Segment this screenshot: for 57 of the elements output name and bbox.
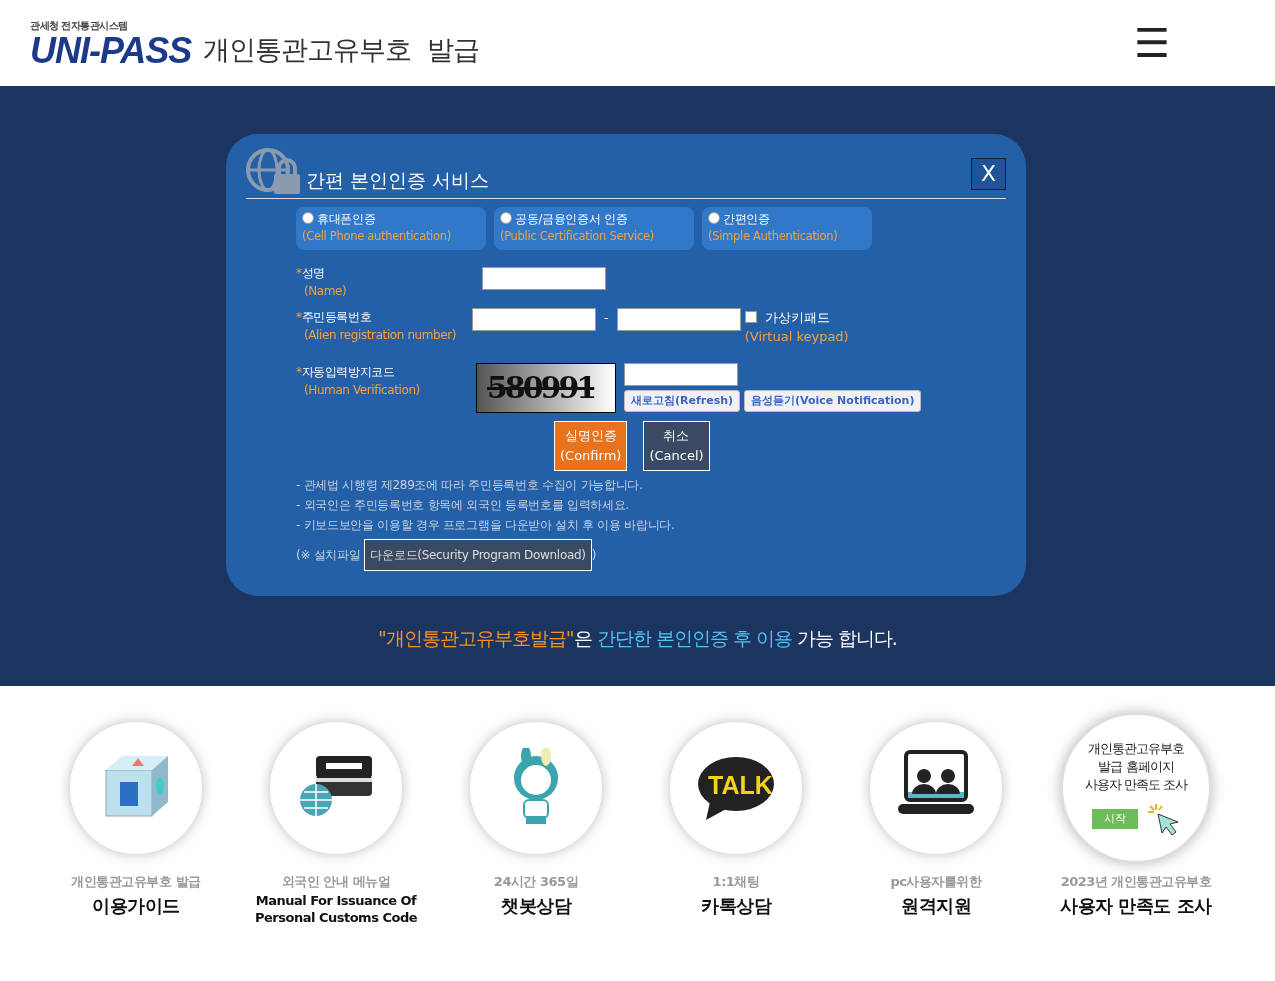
close-button[interactable]: X: [971, 158, 1006, 190]
shortcut-title[interactable]: 챗봇상담: [501, 891, 571, 919]
logo-caption: 관세청 전자통관시스템: [30, 18, 129, 33]
shortcut-caption: 2023년 개인통관고유부호: [1060, 873, 1212, 891]
name-field[interactable]: [482, 266, 606, 290]
cursor-click-icon: [1146, 802, 1180, 836]
shortcut-circle[interactable]: TALK: [670, 722, 802, 854]
field-label: 주민등록번호: [301, 309, 372, 324]
shortcut-title[interactable]: 카톡상담: [701, 891, 771, 919]
id-number-field[interactable]: [472, 307, 596, 331]
shortcut-circle[interactable]: [870, 722, 1002, 854]
note-text: ): [591, 546, 597, 564]
field-sublabel: (Human Verification): [303, 381, 421, 399]
cancel-button[interactable]: 취소 (Cancel): [643, 420, 710, 471]
note-text: - 관세법 시행령 제289조에 따라 주민등록번호 수집이 가능합니다.: [296, 476, 644, 494]
auth-method-button[interactable]: 휴대폰인증 (Cell Phone authentication): [296, 207, 486, 250]
checkbox-sublabel: (Virtual keypad): [744, 328, 849, 346]
field-label: 자동입력방지코드: [301, 364, 395, 379]
shortcut-title[interactable]: 원격지원: [901, 891, 971, 919]
banner-text: 발급 홈페이지: [1098, 758, 1174, 776]
shortcut-title[interactable]: 사용자 만족도 조사: [1060, 891, 1212, 919]
checkbox-label: 가상키패드: [764, 309, 830, 325]
shortcut-title[interactable]: 이용가이드: [92, 891, 180, 919]
logo[interactable]: UNI-PASS: [30, 32, 192, 69]
auth-method-button[interactable]: 공동/금융인증서 인증 (Public Certification Service): [494, 207, 694, 250]
shortcut-caption: 1:1채팅: [712, 873, 760, 891]
id-number-field[interactable]: [616, 307, 741, 331]
shortcut-title[interactable]: Manual For Issuance Of Personal Customs Code: [236, 891, 436, 926]
shortcut-circle[interactable]: [270, 722, 402, 854]
voice-button[interactable]: 음성듣기(Voice Notification): [744, 389, 922, 412]
captcha-field[interactable]: [624, 362, 738, 386]
survey-banner[interactable]: 개인통관고유부호 발급 홈페이지 사용자 만족도 조사 시작: [1060, 712, 1212, 864]
headline-text: "개인통관고유부호발급"은 간단한 본인인증 후 이용 가능 합니다.: [377, 626, 898, 651]
note-text: - 외국인은 주민등록번호 항목에 외국인 등록번호를 입력하세요.: [296, 496, 630, 514]
field-sublabel: (Alien registration number): [303, 326, 458, 344]
banner-text: 사용자 만족도 조사: [1084, 776, 1188, 794]
required-mark: *: [296, 364, 302, 379]
virtual-keypad-checkbox[interactable]: [744, 310, 757, 323]
shortcut-caption: 24시간 365일: [493, 873, 579, 891]
auth-method-button[interactable]: 간편인증 (Simple Authentication): [702, 207, 872, 250]
note-text: (※ 설치파일: [296, 546, 361, 564]
shortcut-caption: 개인통관고유부호 발급: [71, 873, 201, 891]
modal-title: 간편 본인인증 서비스: [306, 167, 490, 193]
refresh-button[interactable]: 새로고침(Refresh): [624, 389, 741, 412]
shortcut-caption: pc사용자를위한: [890, 873, 982, 891]
shortcut-caption: 외국인 안내 메뉴얼: [281, 873, 391, 891]
banner-text: 개인통관고유부호: [1088, 740, 1184, 758]
page-title: 개인통관고유부호 발급: [203, 32, 479, 67]
required-mark: *: [296, 309, 302, 324]
field-sublabel: (Name): [303, 282, 348, 300]
captcha-image: 580991: [476, 362, 616, 413]
required-mark: *: [296, 265, 302, 280]
separator: -: [604, 308, 609, 327]
menu-icon[interactable]: ☰: [1134, 23, 1170, 63]
field-label: 성명: [301, 265, 325, 280]
download-link[interactable]: 다운로드(Security Program Download): [364, 538, 592, 571]
note-text: - 키보드보안을 이용할 경우 프로그램을 다운받아 설치 후 이용 바랍니다.: [296, 516, 676, 534]
